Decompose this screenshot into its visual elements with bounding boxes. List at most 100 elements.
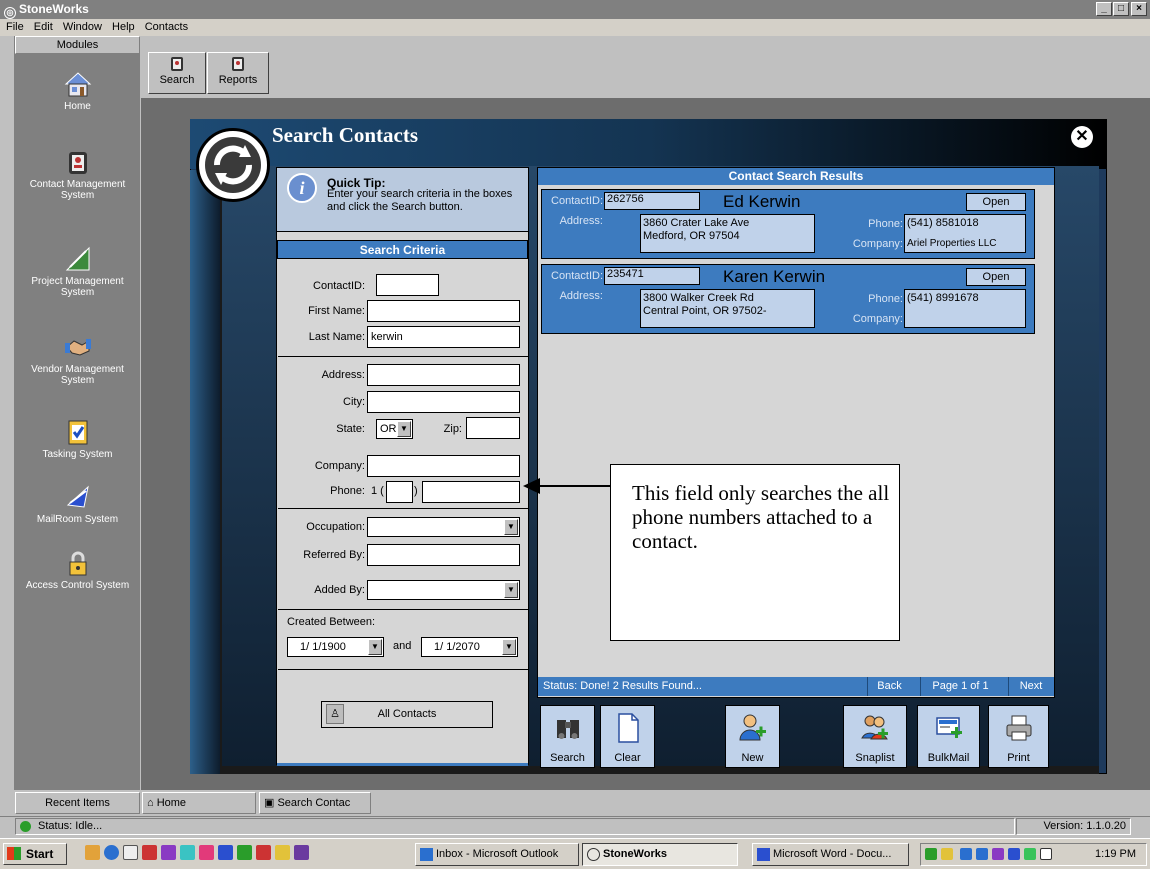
toolbar-reports-label: Reports	[218, 74, 258, 86]
menu-edit[interactable]: Edit	[34, 21, 53, 33]
sidebar-item-mailroom[interactable]: MailRoom System	[15, 483, 140, 525]
quicklaunch-app6-icon[interactable]	[294, 845, 309, 860]
toolbar-search-button[interactable]: Search	[148, 52, 206, 94]
handshake-icon	[64, 339, 91, 356]
minimize-button[interactable]: _	[1096, 2, 1112, 16]
tray-app-icon[interactable]	[925, 848, 937, 860]
left-edge	[0, 36, 15, 793]
result-card: ContactID: 262756 Ed Kerwin Open Address…	[541, 189, 1035, 259]
first-name-input[interactable]	[367, 300, 520, 322]
state-select[interactable]: OR ▼	[376, 419, 413, 439]
chevron-down-icon[interactable]: ▼	[504, 582, 518, 598]
windows-logo-icon	[7, 847, 21, 860]
task-stoneworks-label: StoneWorks	[603, 848, 667, 860]
sidebar-item-label: Home	[64, 101, 91, 112]
bulkmail-button[interactable]: BulkMail	[917, 705, 980, 768]
tray-monitor-icon[interactable]	[976, 848, 988, 860]
search-button[interactable]: Search	[540, 705, 595, 768]
task-outlook[interactable]: Inbox - Microsoft Outlook	[415, 843, 579, 866]
quicklaunch-app5-icon[interactable]	[275, 845, 290, 860]
chevron-down-icon[interactable]: ▼	[502, 639, 516, 655]
created-to-date[interactable]: 1/ 1/2070 ▼	[421, 637, 518, 657]
contact-id-input[interactable]	[376, 274, 439, 296]
phone-area-code-input[interactable]	[386, 481, 413, 503]
tray-network-icon[interactable]	[960, 848, 972, 860]
quicklaunch-app1-icon[interactable]	[142, 845, 157, 860]
contact-id-value: 235471	[604, 267, 700, 285]
created-to-value: 1/ 1/2070	[434, 641, 480, 653]
quicklaunch-excel-icon[interactable]	[237, 845, 252, 860]
sidebar-item-tasking[interactable]: Tasking System	[15, 418, 140, 460]
zip-label: Zip:	[443, 423, 462, 435]
open-button[interactable]: Open	[966, 193, 1026, 211]
open-button[interactable]: Open	[966, 268, 1026, 286]
city-input[interactable]	[367, 391, 520, 413]
sidebar-item-vendor-management[interactable]: Vendor Management System	[15, 333, 140, 386]
toolbar-reports-button[interactable]: Reports	[207, 52, 269, 94]
referred-by-input[interactable]	[367, 544, 520, 566]
clear-button[interactable]: Clear	[600, 705, 655, 768]
quicklaunch-app4-icon[interactable]	[199, 845, 214, 860]
new-button[interactable]: New	[725, 705, 780, 768]
first-name-label: First Name:	[308, 305, 365, 317]
callout-arrow-line	[540, 485, 612, 487]
sidebar-item-access-control[interactable]: Access Control System	[15, 549, 140, 591]
and-label: and	[393, 640, 412, 652]
bulkmail-button-label: BulkMail	[927, 752, 970, 764]
quicklaunch-word-icon[interactable]	[218, 845, 233, 860]
task-word[interactable]: Microsoft Word - Docu...	[752, 843, 909, 866]
tab-search-label: Search Contac	[277, 797, 351, 809]
address-line1: 3860 Crater Lake Ave	[643, 217, 750, 229]
sidebar-item-label: Access Control System	[25, 580, 130, 591]
occupation-select[interactable]: ▼	[367, 517, 520, 537]
created-from-date[interactable]: 1/ 1/1900 ▼	[287, 637, 384, 657]
sidebar-item-contact-management[interactable]: Contact Management System	[15, 148, 140, 201]
tab-home[interactable]: ⌂ Home	[142, 792, 256, 814]
quicklaunch-notepad-icon[interactable]	[123, 845, 138, 860]
chevron-down-icon[interactable]: ▼	[368, 639, 382, 655]
address-input[interactable]	[367, 364, 520, 386]
last-name-input[interactable]: kerwin	[367, 326, 520, 348]
maximize-button[interactable]: □	[1113, 2, 1129, 16]
person-icon: ♙	[326, 704, 344, 724]
tray-app2-icon[interactable]	[992, 848, 1004, 860]
quicklaunch-app3-icon[interactable]	[180, 845, 195, 860]
modules-header: Modules	[15, 36, 140, 54]
tray-app3-icon[interactable]	[1008, 848, 1020, 860]
quicklaunch-powerpoint-icon[interactable]	[256, 845, 271, 860]
close-icon[interactable]: ✕	[1071, 126, 1093, 148]
tab-search-contacts[interactable]: ▣ Search Contac	[259, 792, 371, 814]
created-from-value: 1/ 1/1900	[300, 641, 346, 653]
zip-input[interactable]	[466, 417, 520, 439]
sidebar-item-home[interactable]: Home	[15, 70, 140, 112]
quicklaunch-ie-icon[interactable]	[104, 845, 119, 860]
contact-name: Karen Kerwin	[723, 267, 826, 286]
task-stoneworks[interactable]: StoneWorks	[582, 843, 738, 866]
tray-mail-icon[interactable]	[1040, 848, 1052, 860]
added-by-select[interactable]: ▼	[367, 580, 520, 600]
tray-app4-icon[interactable]	[1024, 848, 1036, 860]
tray-volume-icon[interactable]	[941, 848, 953, 860]
print-button[interactable]: Print	[988, 705, 1049, 768]
phone-number-input[interactable]	[422, 481, 520, 503]
all-contacts-button[interactable]: All Contacts	[321, 701, 493, 728]
chevron-down-icon[interactable]: ▼	[397, 421, 411, 437]
sidebar-item-project-management[interactable]: Project Management System	[15, 245, 140, 298]
back-button[interactable]: Back	[867, 677, 911, 696]
contact-id-label: ContactID:	[551, 270, 603, 282]
next-button[interactable]: Next	[1008, 677, 1053, 696]
blank-page-icon	[617, 713, 639, 743]
menu-file[interactable]: File	[6, 21, 24, 33]
menu-window[interactable]: Window	[63, 21, 102, 33]
menu-help[interactable]: Help	[112, 21, 135, 33]
company-input[interactable]	[367, 455, 520, 477]
close-window-button[interactable]: ×	[1131, 2, 1147, 16]
menu-contacts[interactable]: Contacts	[145, 21, 188, 33]
snaplist-button[interactable]: Snaplist	[843, 705, 907, 768]
recent-items-button[interactable]: Recent Items	[15, 792, 140, 814]
chevron-down-icon[interactable]: ▼	[504, 519, 518, 535]
quicklaunch-app2-icon[interactable]	[161, 845, 176, 860]
lock-icon	[69, 551, 86, 576]
quicklaunch-desktop-icon[interactable]	[85, 845, 100, 860]
home-icon: ⌂	[147, 797, 157, 809]
